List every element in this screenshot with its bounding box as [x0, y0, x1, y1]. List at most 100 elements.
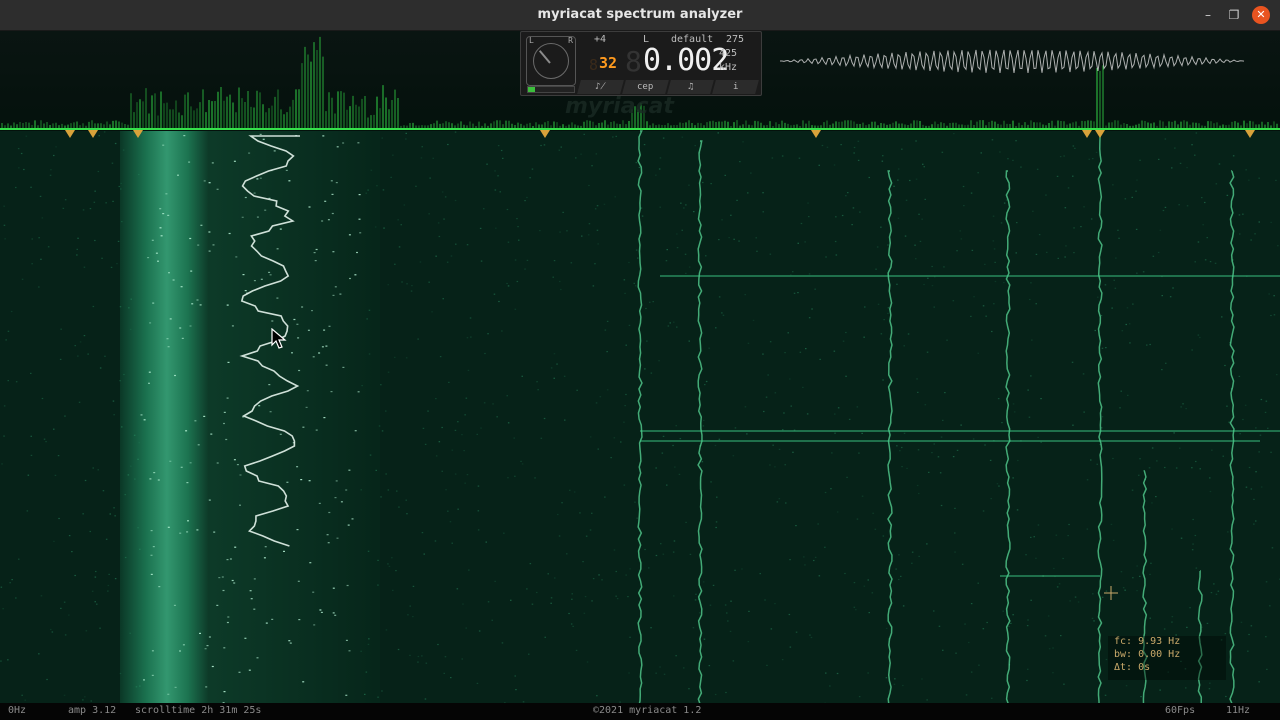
- waterfall-speckle: [680, 202, 682, 204]
- waterfall-speckle: [323, 329, 326, 331]
- tab-mute[interactable]: ♪̸: [577, 80, 624, 94]
- waterfall-speckle: [159, 227, 162, 229]
- waterfall-speckle: [905, 199, 908, 201]
- waterfall-speckle: [226, 559, 229, 561]
- waterfall-speckle: [612, 136, 614, 138]
- waterfall-speckle: [256, 216, 259, 218]
- waterfall-speckle: [679, 438, 682, 440]
- waterfall-speckle: [857, 140, 860, 142]
- waterfall-speckle: [604, 329, 607, 331]
- waterfall-speckle: [861, 432, 863, 434]
- waterfall-speckle: [830, 488, 832, 490]
- waterfall-speckle: [993, 248, 996, 250]
- status-fps: 60Fps: [1165, 705, 1196, 716]
- waterfall-speckle: [992, 215, 995, 217]
- waterfall-speckle: [342, 366, 345, 368]
- waterfall-speckle: [1276, 374, 1278, 376]
- waterfall-speckle: [853, 606, 856, 608]
- waterfall-speckle: [835, 216, 837, 218]
- waterfall-speckle: [506, 208, 509, 211]
- waterfall-speckle: [1186, 167, 1188, 169]
- tab-info[interactable]: i: [712, 80, 759, 94]
- balance-knob[interactable]: L R: [526, 36, 576, 86]
- waterfall-speckle: [411, 285, 413, 287]
- watermark-text: myriacat: [565, 94, 675, 119]
- waterfall-speckle: [334, 286, 337, 288]
- waterfall-speckle: [676, 233, 678, 235]
- window-title: myriacat spectrum analyzer: [537, 7, 743, 22]
- waterfall-speckle: [615, 595, 617, 597]
- waterfall-speckle: [1101, 416, 1104, 418]
- waterfall-speckle: [313, 624, 316, 626]
- waterfall-speckle: [814, 556, 817, 558]
- waterfall-speckle: [320, 611, 323, 613]
- waterfall-speckle: [279, 228, 282, 230]
- waterfall-speckle: [917, 391, 919, 393]
- waterfall-speckle: [792, 451, 794, 453]
- waterfall-speckle: [1194, 534, 1197, 537]
- waterfall-speckle: [128, 307, 130, 309]
- waterfall-speckle: [918, 492, 920, 495]
- waterfall-speckle: [1112, 184, 1114, 186]
- waterfall-speckle: [218, 577, 221, 579]
- waterfall-speckle: [221, 576, 224, 578]
- waterfall-speckle: [501, 330, 503, 332]
- waterfall-speckle: [74, 574, 76, 577]
- waterfall-speckle: [40, 595, 43, 597]
- waterfall-speckle: [354, 274, 357, 276]
- waterfall-speckle: [483, 402, 486, 404]
- waterfall-speckle: [368, 353, 371, 355]
- waterfall-speckle: [1093, 620, 1095, 622]
- waterfall-speckle: [395, 570, 397, 572]
- waterfall-speckle: [637, 257, 639, 259]
- waterfall-speckle: [762, 353, 764, 355]
- waterfall-speckle: [643, 144, 646, 146]
- minimize-button[interactable]: –: [1200, 7, 1216, 23]
- waterfall-speckle: [634, 501, 636, 503]
- waterfall-speckle: [591, 600, 593, 602]
- waterfall-speckle: [359, 232, 362, 234]
- waterfall-speckle: [688, 688, 690, 690]
- waterfall-speckle: [118, 185, 120, 188]
- waterfall-speckle: [847, 192, 849, 194]
- waterfall-speckle: [560, 288, 562, 291]
- spectrum-canvas[interactable]: myriacat: [0, 31, 1280, 720]
- waterfall-speckle: [1273, 314, 1276, 316]
- waterfall-speckle: [388, 565, 391, 567]
- waterfall-speckle: [629, 636, 631, 638]
- waterfall-speckle: [825, 256, 827, 258]
- waterfall-speckle: [155, 252, 158, 254]
- panel-tabs[interactable]: ♪̸ cep ♫ i: [577, 80, 759, 94]
- waterfall-speckle: [694, 599, 697, 601]
- waterfall-speckle: [157, 260, 159, 262]
- control-panel[interactable]: L R +4 L default 275 8 32 8 0.002 425 kH…: [520, 31, 762, 96]
- waterfall-speckle: [982, 305, 985, 307]
- waterfall-speckle: [624, 292, 626, 294]
- waterfall-speckle: [978, 664, 980, 666]
- waterfall-speckle: [579, 512, 581, 514]
- waterfall-speckle: [900, 575, 902, 577]
- waterfall-speckle: [97, 170, 100, 173]
- waterfall-speckle: [1239, 233, 1241, 235]
- waterfall-speckle: [646, 340, 648, 342]
- waterfall-speckle: [249, 590, 252, 592]
- waterfall-speckle: [169, 318, 172, 320]
- waterfall-speckle: [752, 319, 755, 321]
- mouse-pointer-icon: [271, 328, 287, 349]
- spectrum-view[interactable]: myriacat L R +4 L default 275 8 32 8 0.0…: [0, 31, 1280, 720]
- waterfall-speckle: [167, 346, 170, 348]
- close-button[interactable]: ✕: [1252, 6, 1270, 24]
- waterfall-speckle: [1052, 647, 1054, 649]
- waterfall-speckle: [1213, 583, 1215, 585]
- maximize-button[interactable]: ❐: [1226, 7, 1242, 23]
- waterfall-speckle: [462, 603, 464, 605]
- waterfall-speckle: [39, 195, 42, 197]
- gain-value[interactable]: +4: [594, 34, 606, 45]
- waterfall-speckle: [909, 179, 911, 182]
- waterfall-speckle: [262, 138, 265, 140]
- waterfall-speckle: [239, 504, 241, 506]
- waterfall-speckle: [441, 426, 443, 429]
- tab-cep[interactable]: cep: [622, 80, 669, 94]
- waterfall-speckle: [1027, 619, 1029, 621]
- tab-music[interactable]: ♫: [667, 80, 714, 94]
